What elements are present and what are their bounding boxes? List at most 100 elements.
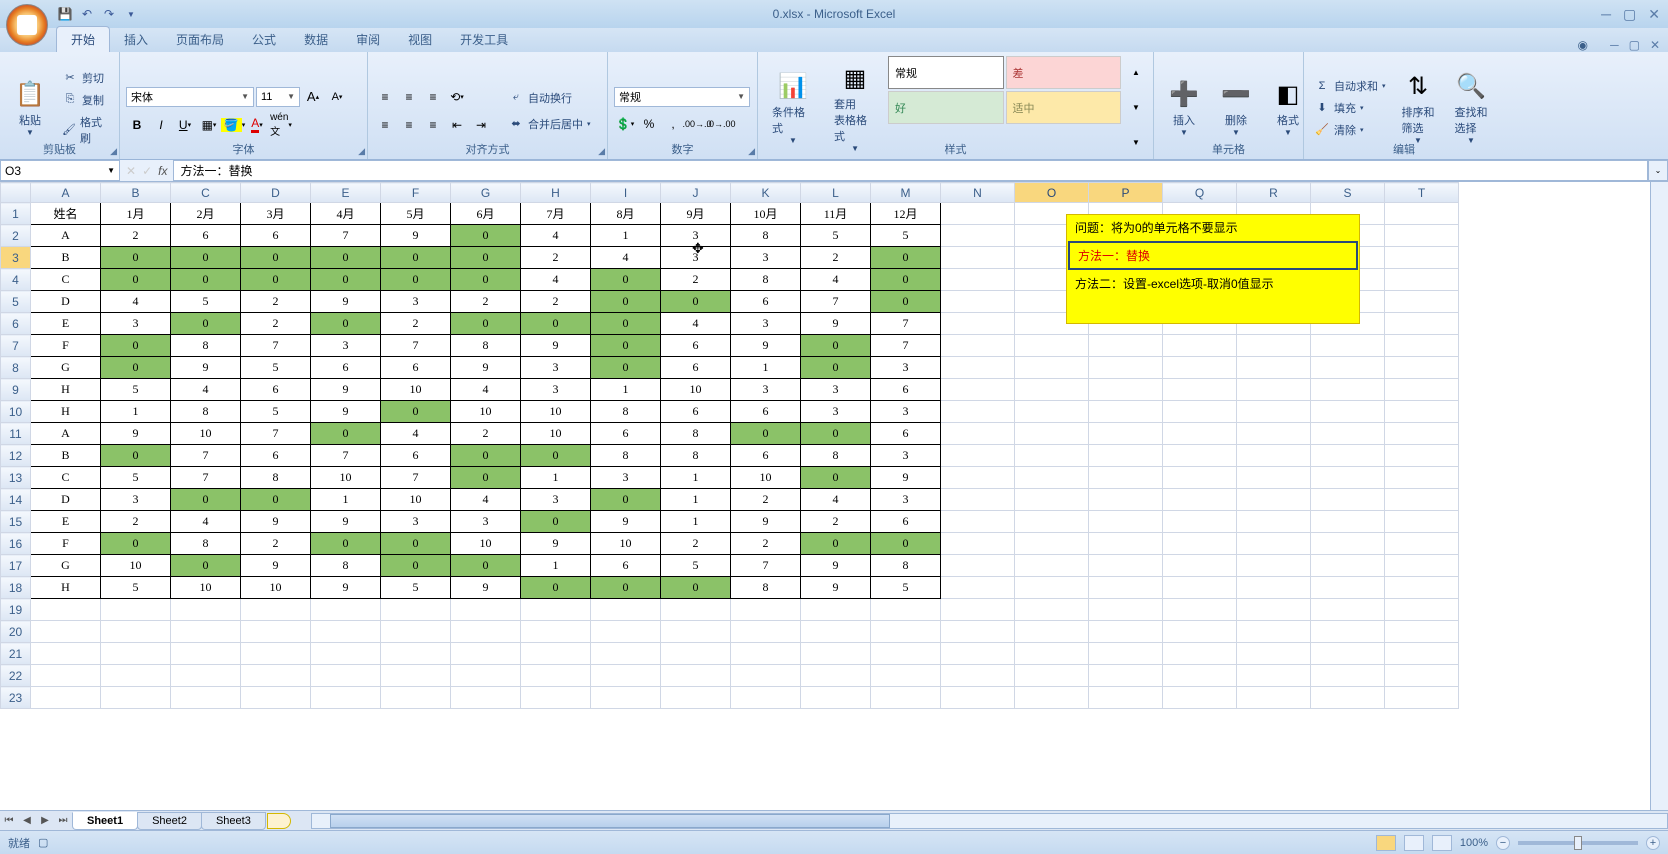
clear-button[interactable]: 🧹清除▾ (1310, 120, 1390, 140)
cell-M12[interactable]: 3 (871, 445, 941, 467)
cell-K1[interactable]: 10月 (731, 203, 801, 225)
cell-T23[interactable] (1385, 687, 1459, 709)
cell-M2[interactable]: 5 (871, 225, 941, 247)
cell-I1[interactable]: 8月 (591, 203, 661, 225)
cell-P14[interactable] (1089, 489, 1163, 511)
cell-B15[interactable]: 2 (101, 511, 171, 533)
cell-L12[interactable]: 8 (801, 445, 871, 467)
col-header-A[interactable]: A (31, 183, 101, 203)
merge-center-button[interactable]: ⬌合并后居中▾ (504, 114, 595, 134)
cell-Q12[interactable] (1163, 445, 1237, 467)
cell-T16[interactable] (1385, 533, 1459, 555)
cell-A18[interactable]: H (31, 577, 101, 599)
cell-G2[interactable]: 0 (451, 225, 521, 247)
cell-K14[interactable]: 2 (731, 489, 801, 511)
cell-J20[interactable] (661, 621, 731, 643)
cell-N22[interactable] (941, 665, 1015, 687)
wrap-text-button[interactable]: ⤶自动换行 (504, 88, 595, 108)
cell-C23[interactable] (171, 687, 241, 709)
cell-N13[interactable] (941, 467, 1015, 489)
cell-N20[interactable] (941, 621, 1015, 643)
cell-P8[interactable] (1089, 357, 1163, 379)
row-header-23[interactable]: 23 (1, 687, 31, 709)
cell-B22[interactable] (101, 665, 171, 687)
cell-P10[interactable] (1089, 401, 1163, 423)
cell-D11[interactable]: 7 (241, 423, 311, 445)
cell-T5[interactable] (1385, 291, 1459, 313)
cell-F16[interactable]: 0 (381, 533, 451, 555)
cell-I22[interactable] (591, 665, 661, 687)
doc-minimize[interactable]: ─ (1610, 38, 1619, 52)
cell-D17[interactable]: 9 (241, 555, 311, 577)
cell-H17[interactable]: 1 (521, 555, 591, 577)
help-button[interactable]: ◉ (1578, 38, 1588, 52)
styles-scroll-up[interactable]: ▲ (1125, 62, 1147, 84)
cell-E9[interactable]: 9 (311, 379, 381, 401)
cell-E15[interactable]: 9 (311, 511, 381, 533)
tab-nav-last[interactable]: ⏭ (54, 812, 72, 830)
cell-R16[interactable] (1237, 533, 1311, 555)
doc-close[interactable]: ✕ (1650, 38, 1660, 52)
row-header-13[interactable]: 13 (1, 467, 31, 489)
row-header-22[interactable]: 22 (1, 665, 31, 687)
cut-button[interactable]: ✂剪切 (58, 68, 113, 88)
cell-D6[interactable]: 2 (241, 313, 311, 335)
cell-A15[interactable]: E (31, 511, 101, 533)
cell-N7[interactable] (941, 335, 1015, 357)
cell-M22[interactable] (871, 665, 941, 687)
cell-R15[interactable] (1237, 511, 1311, 533)
cell-Q14[interactable] (1163, 489, 1237, 511)
cell-E12[interactable]: 7 (311, 445, 381, 467)
cell-L2[interactable]: 5 (801, 225, 871, 247)
cell-F8[interactable]: 6 (381, 357, 451, 379)
styles-scroll-down[interactable]: ▼ (1125, 97, 1147, 119)
cell-R22[interactable] (1237, 665, 1311, 687)
cell-O9[interactable] (1015, 379, 1089, 401)
cell-J14[interactable]: 1 (661, 489, 731, 511)
font-color-button[interactable]: A▾ (246, 114, 268, 136)
row-header-5[interactable]: 5 (1, 291, 31, 313)
row-header-8[interactable]: 8 (1, 357, 31, 379)
cell-M4[interactable]: 0 (871, 269, 941, 291)
row-header-18[interactable]: 18 (1, 577, 31, 599)
cell-D2[interactable]: 6 (241, 225, 311, 247)
cell-N8[interactable] (941, 357, 1015, 379)
cell-M5[interactable]: 0 (871, 291, 941, 313)
cell-F1[interactable]: 5月 (381, 203, 451, 225)
cell-J5[interactable]: 0 (661, 291, 731, 313)
cell-I23[interactable] (591, 687, 661, 709)
tab-nav-prev[interactable]: ◀ (18, 812, 36, 830)
cell-T20[interactable] (1385, 621, 1459, 643)
align-top[interactable]: ≡ (374, 86, 396, 108)
cell-E23[interactable] (311, 687, 381, 709)
cell-D18[interactable]: 10 (241, 577, 311, 599)
cell-C15[interactable]: 4 (171, 511, 241, 533)
cell-E20[interactable] (311, 621, 381, 643)
cell-G18[interactable]: 9 (451, 577, 521, 599)
cell-T8[interactable] (1385, 357, 1459, 379)
cell-J23[interactable] (661, 687, 731, 709)
font-name-combo[interactable]: 宋体▼ (126, 87, 254, 107)
align-dialog-launcher[interactable]: ◢ (598, 146, 605, 157)
cell-C9[interactable]: 4 (171, 379, 241, 401)
cell-C22[interactable] (171, 665, 241, 687)
cell-K3[interactable]: 3 (731, 247, 801, 269)
cell-A3[interactable]: B (31, 247, 101, 269)
qat-save[interactable]: 💾 (56, 5, 74, 23)
zoom-out[interactable]: − (1496, 836, 1510, 850)
cell-H10[interactable]: 10 (521, 401, 591, 423)
cell-J10[interactable]: 6 (661, 401, 731, 423)
cell-C14[interactable]: 0 (171, 489, 241, 511)
cell-I8[interactable]: 0 (591, 357, 661, 379)
row-header-9[interactable]: 9 (1, 379, 31, 401)
cell-C18[interactable]: 10 (171, 577, 241, 599)
cell-R18[interactable] (1237, 577, 1311, 599)
cell-A17[interactable]: G (31, 555, 101, 577)
cell-K4[interactable]: 8 (731, 269, 801, 291)
col-header-L[interactable]: L (801, 183, 871, 203)
cell-F10[interactable]: 0 (381, 401, 451, 423)
cell-O12[interactable] (1015, 445, 1089, 467)
cell-C7[interactable]: 8 (171, 335, 241, 357)
cell-M23[interactable] (871, 687, 941, 709)
border-button[interactable]: ▦▾ (198, 114, 220, 136)
